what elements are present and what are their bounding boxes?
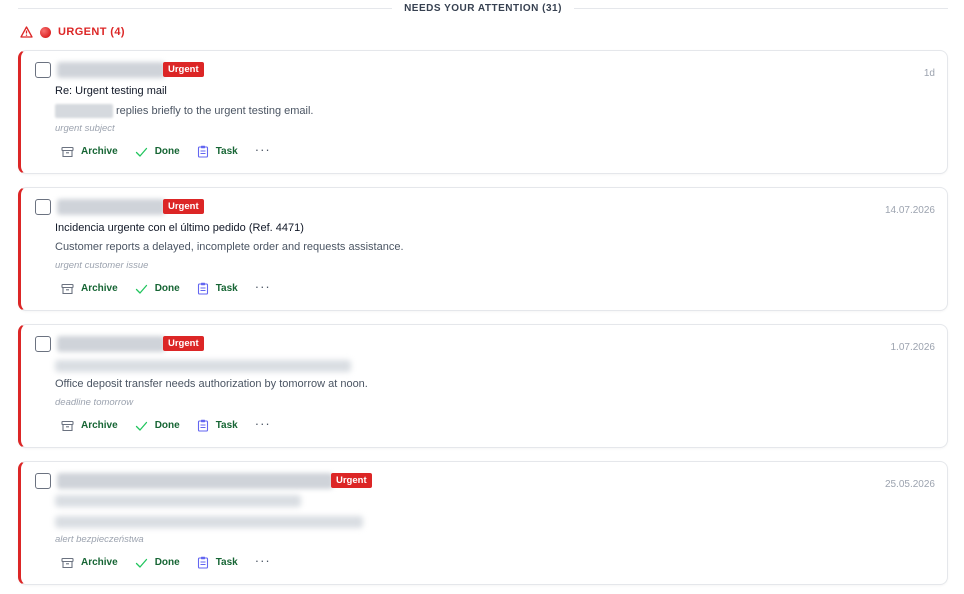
archive-label: Archive: [81, 146, 118, 157]
email-subject: Re: Urgent testing mail: [55, 85, 167, 97]
section-header: NEEDS YOUR ATTENTION (31): [18, 0, 949, 16]
task-label: Task: [215, 146, 238, 157]
archive-icon: [61, 420, 74, 431]
archive-label: Archive: [81, 283, 118, 294]
archive-label: Archive: [81, 557, 118, 568]
urgent-badge: Urgent: [163, 336, 204, 351]
more-options-button[interactable]: ···: [255, 280, 271, 293]
sender-name: [57, 62, 165, 78]
sender-email: [57, 473, 333, 489]
divider: [573, 7, 949, 9]
task-label: Task: [215, 557, 238, 568]
group-title: URGENT (4): [58, 26, 125, 38]
task-button[interactable]: Task: [197, 282, 238, 295]
select-checkbox[interactable]: [35, 336, 51, 352]
done-label: Done: [154, 557, 180, 568]
sender-name: [57, 336, 165, 352]
checkmark-icon: [135, 558, 147, 568]
archive-label: Archive: [81, 420, 118, 431]
clipboard-icon: [197, 145, 208, 158]
email-date: 1d: [923, 68, 935, 79]
urgent-group-header[interactable]: URGENT (4): [20, 26, 125, 38]
archive-button[interactable]: Archive: [61, 557, 118, 569]
warning-icon: [20, 26, 33, 38]
email-card[interactable]: Urgent 25.05.2026 alert bezpieczeństwa A…: [18, 461, 948, 585]
email-date: 14.07.2026: [884, 205, 935, 216]
sender-name: [57, 199, 165, 215]
clipboard-icon: [197, 282, 208, 295]
email-date: 1.07.2026: [890, 342, 936, 353]
select-checkbox[interactable]: [35, 199, 51, 215]
archive-button[interactable]: Archive: [61, 283, 118, 295]
email-date: 25.05.2026: [884, 479, 935, 490]
email-tag: urgent subject: [55, 123, 115, 134]
email-snippet: replies briefly to the urgent testing em…: [55, 104, 314, 118]
email-tag: deadline tomorrow: [55, 397, 134, 408]
email-subject: Incidencia urgente con el último pedido …: [55, 222, 304, 234]
email-actions: Archive Done Task ···: [61, 554, 271, 569]
email-card[interactable]: Urgent 14.07.2026 Incidencia urgente con…: [18, 187, 948, 311]
task-button[interactable]: Task: [197, 556, 238, 569]
email-actions: Archive Done Task ···: [61, 143, 271, 158]
select-checkbox[interactable]: [35, 62, 51, 78]
more-options-button[interactable]: ···: [255, 554, 271, 567]
email-tag: urgent customer issue: [55, 260, 149, 271]
redacted-snippet: [55, 516, 363, 528]
email-actions: Archive Done Task ···: [61, 417, 271, 432]
email-snippet: Office deposit transfer needs authorizat…: [55, 378, 368, 390]
red-circle-icon: [40, 26, 51, 38]
task-button[interactable]: Task: [197, 419, 238, 432]
done-button[interactable]: Done: [135, 557, 180, 569]
clipboard-icon: [197, 419, 208, 432]
clipboard-icon: [197, 556, 208, 569]
done-button[interactable]: Done: [135, 420, 180, 432]
checkmark-icon: [135, 284, 147, 294]
checkmark-icon: [135, 147, 147, 157]
checkmark-icon: [135, 421, 147, 431]
section-title: NEEDS YOUR ATTENTION (31): [404, 2, 562, 14]
archive-icon: [61, 557, 74, 568]
archive-icon: [61, 283, 74, 294]
redacted-name: [55, 104, 113, 118]
done-button[interactable]: Done: [135, 283, 180, 295]
email-tag: alert bezpieczeństwa: [55, 534, 144, 545]
select-checkbox[interactable]: [35, 473, 51, 489]
done-label: Done: [154, 420, 180, 431]
done-label: Done: [154, 283, 180, 294]
email-card[interactable]: Urgent 1.07.2026 Office deposit transfer…: [18, 324, 948, 448]
email-card[interactable]: Urgent 1d Re: Urgent testing mail replie…: [18, 50, 948, 174]
urgent-badge: Urgent: [163, 199, 204, 214]
urgent-badge: Urgent: [163, 62, 204, 77]
redacted-subject: [55, 360, 351, 372]
more-options-button[interactable]: ···: [255, 143, 271, 156]
more-options-button[interactable]: ···: [255, 417, 271, 430]
archive-button[interactable]: Archive: [61, 146, 118, 158]
done-label: Done: [154, 146, 180, 157]
email-actions: Archive Done Task ···: [61, 280, 271, 295]
task-label: Task: [215, 420, 238, 431]
urgent-badge: Urgent: [331, 473, 372, 488]
email-snippet: Customer reports a delayed, incomplete o…: [55, 241, 404, 253]
snippet-text: replies briefly to the urgent testing em…: [116, 105, 314, 117]
divider: [18, 7, 393, 9]
archive-icon: [61, 146, 74, 157]
task-button[interactable]: Task: [197, 145, 238, 158]
archive-button[interactable]: Archive: [61, 420, 118, 432]
task-label: Task: [215, 283, 238, 294]
redacted-subject: [55, 495, 301, 507]
done-button[interactable]: Done: [135, 146, 180, 158]
